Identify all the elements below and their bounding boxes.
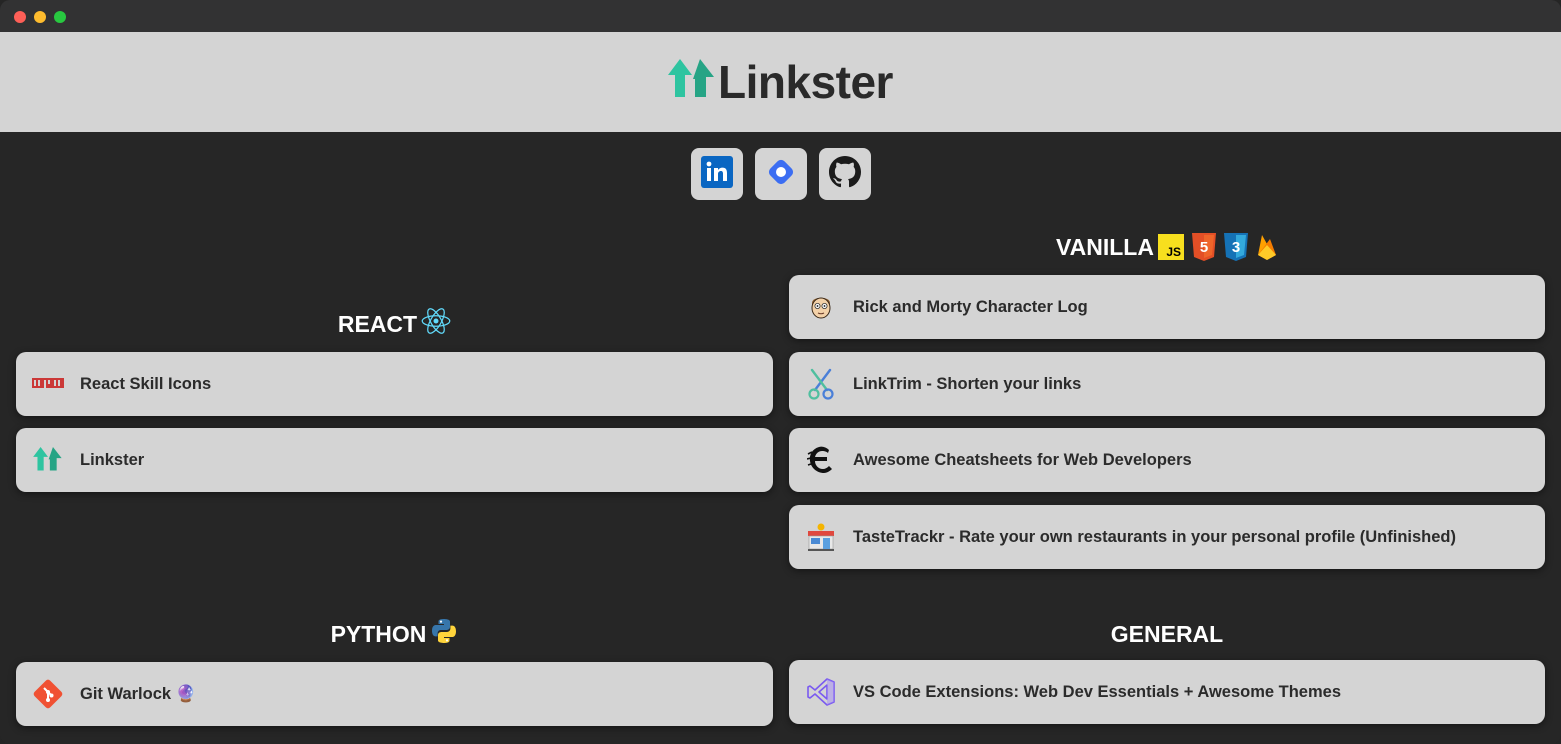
javascript-badge-text: JS — [1166, 245, 1181, 259]
scissors-icon — [805, 368, 837, 400]
vscode-icon — [805, 676, 837, 708]
linkedin-button[interactable] — [690, 148, 743, 200]
python-icon — [430, 617, 458, 651]
npm-icon — [32, 368, 64, 400]
window-titlebar — [0, 0, 1561, 32]
site-header: Linkster — [0, 32, 1561, 132]
link-card-label: Git Warlock 🔮 — [80, 684, 197, 703]
link-card-rick-and-morty[interactable]: Rick and Morty Character Log — [789, 275, 1545, 339]
link-card-vscode-extensions[interactable]: VS Code Extensions: Web Dev Essentials +… — [789, 660, 1545, 724]
link-card-label: TasteTrackr - Rate your own restaurants … — [853, 527, 1456, 546]
react-icon — [421, 306, 451, 342]
link-card-label: Linkster — [80, 450, 145, 469]
morty-icon — [805, 291, 837, 323]
general-section-label: GENERAL — [1110, 620, 1224, 647]
git-icon — [32, 678, 64, 710]
link-card-label: VS Code Extensions: Web Dev Essentials +… — [853, 682, 1341, 701]
link-card-linktrim[interactable]: LinkTrim - Shorten your links — [789, 352, 1545, 416]
maximize-window-button[interactable] — [54, 11, 66, 23]
link-card-label: Awesome Cheatsheets for Web Developers — [853, 450, 1192, 469]
app-window: Linkster REACT React Skill Icons Linkste… — [0, 0, 1561, 744]
link-card-label: LinkTrim - Shorten your links — [853, 374, 1082, 393]
html5-badge-text: 5 — [1200, 239, 1208, 256]
css3-badge-text: 3 — [1232, 239, 1240, 256]
cheatsheets-icon — [805, 444, 837, 476]
link-card-label: Rick and Morty Character Log — [853, 297, 1088, 316]
linkster-logo-icon — [668, 58, 716, 106]
vanilla-section-title: VANILLA JS 5 3 — [789, 232, 1545, 262]
python-section-title: PYTHON — [16, 619, 773, 649]
react-section-label: REACT — [337, 310, 418, 337]
python-section-label: PYTHON — [330, 620, 427, 647]
brand-name: Linkster — [718, 56, 893, 108]
vanilla-section-label: VANILLA — [1056, 233, 1154, 260]
react-section-title: REACT — [16, 306, 773, 342]
link-card-react-skill-icons[interactable]: React Skill Icons — [16, 352, 773, 416]
link-card-cheatsheets[interactable]: Awesome Cheatsheets for Web Developers — [789, 428, 1545, 492]
close-window-button[interactable] — [14, 11, 26, 23]
github-button[interactable] — [818, 148, 871, 200]
linkster-icon — [32, 444, 64, 476]
html5-icon: 5 — [1191, 233, 1216, 261]
general-section-title: GENERAL — [789, 619, 1545, 649]
github-icon — [828, 155, 861, 193]
link-card-linkster[interactable]: Linkster — [16, 428, 773, 492]
social-links — [0, 148, 1561, 200]
portfolio-button[interactable] — [754, 148, 807, 200]
restaurant-icon — [805, 521, 837, 553]
css3-icon: 3 — [1223, 233, 1248, 261]
javascript-icon: JS — [1157, 234, 1184, 260]
linkedin-icon — [700, 155, 733, 193]
minimize-window-button[interactable] — [34, 11, 46, 23]
link-card-label: React Skill Icons — [80, 374, 212, 393]
link-card-tastetrackr[interactable]: TasteTrackr - Rate your own restaurants … — [789, 505, 1545, 569]
brand-logo[interactable]: Linkster — [668, 55, 893, 109]
portfolio-icon — [766, 157, 796, 192]
firebase-icon — [1256, 233, 1278, 261]
link-card-git-warlock[interactable]: Git Warlock 🔮 — [16, 662, 773, 726]
